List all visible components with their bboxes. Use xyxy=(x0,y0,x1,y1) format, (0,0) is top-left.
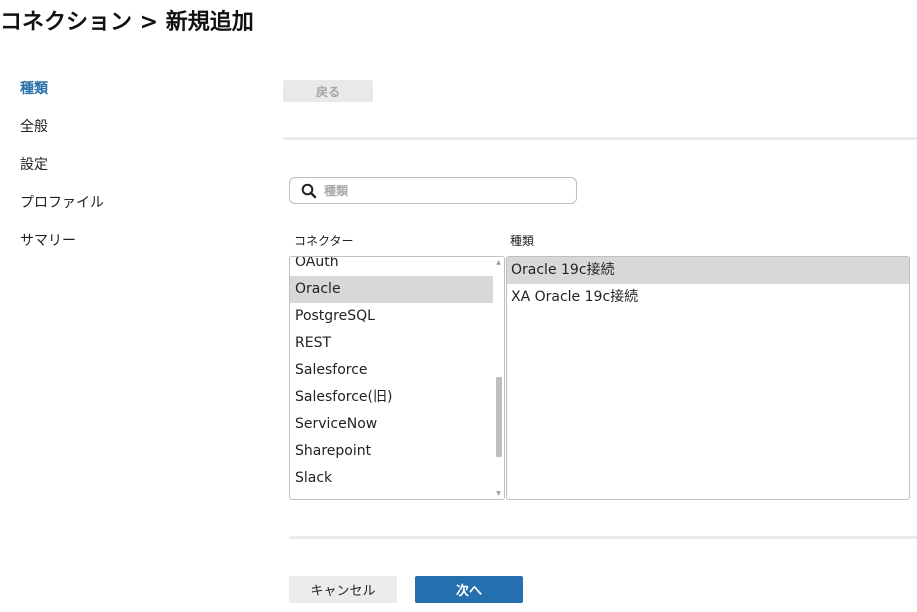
connector-item-oauth[interactable]: OAuth xyxy=(290,257,493,276)
search-input[interactable] xyxy=(324,181,569,200)
scroll-down-icon[interactable]: ▼ xyxy=(493,488,504,499)
page-title: コネクション > 新規追加 xyxy=(0,10,254,35)
connector-list-scrollbar[interactable]: ▲ ▼ xyxy=(493,257,504,499)
connector-item-postgresql[interactable]: PostgreSQL xyxy=(290,303,493,330)
connector-list[interactable]: OAuth Oracle PostgreSQL REST Salesforce … xyxy=(289,256,505,500)
bottom-divider xyxy=(289,536,917,539)
connector-item-slack[interactable]: Slack xyxy=(290,465,493,492)
step-settings[interactable]: 設定 xyxy=(20,156,220,194)
back-button[interactable]: 戻る xyxy=(283,80,373,102)
step-summary[interactable]: サマリー xyxy=(20,232,220,270)
scroll-thumb[interactable] xyxy=(496,377,502,457)
type-list[interactable]: Oracle 19c接続 XA Oracle 19c接続 xyxy=(506,256,910,500)
step-type[interactable]: 種類 xyxy=(20,80,220,118)
connector-item-servicenow[interactable]: ServiceNow xyxy=(290,411,493,438)
type-item-oracle-19c[interactable]: Oracle 19c接続 xyxy=(507,257,909,284)
connector-item-salesforce[interactable]: Salesforce xyxy=(290,357,493,384)
next-button[interactable]: 次へ xyxy=(415,576,523,603)
connector-item-sharepoint[interactable]: Sharepoint xyxy=(290,438,493,465)
search-box[interactable] xyxy=(289,177,577,204)
connector-item-salesforce-legacy[interactable]: Salesforce(旧) xyxy=(290,384,493,411)
connector-column-header: コネクター xyxy=(294,234,354,248)
type-item-xa-oracle-19c[interactable]: XA Oracle 19c接続 xyxy=(507,284,909,311)
wizard-steps: 種類 全般 設定 プロファイル サマリー xyxy=(20,80,220,270)
connector-item-rest[interactable]: REST xyxy=(290,330,493,357)
connector-item-oracle[interactable]: Oracle xyxy=(290,276,493,303)
step-general[interactable]: 全般 xyxy=(20,118,220,156)
search-icon xyxy=(301,183,317,199)
top-divider xyxy=(283,137,917,140)
cancel-button[interactable]: キャンセル xyxy=(289,576,397,603)
scroll-up-icon[interactable]: ▲ xyxy=(493,257,504,268)
type-column-header: 種類 xyxy=(510,234,535,248)
step-profile[interactable]: プロファイル xyxy=(20,194,220,232)
